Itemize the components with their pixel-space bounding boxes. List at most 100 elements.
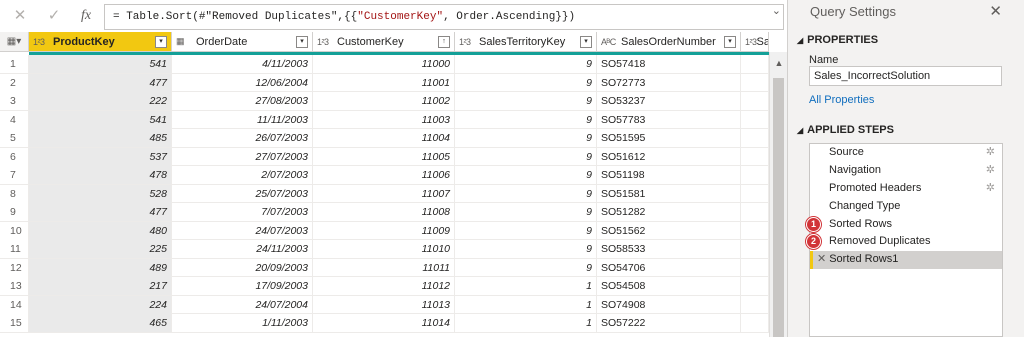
table-row[interactable]: 14 224 24/07/2004 11013 1 SO74908 [0, 295, 769, 314]
salesordernumber-cell[interactable]: SO54706 [597, 258, 741, 277]
row-number[interactable]: 3 [0, 92, 29, 110]
sales-cell[interactable] [741, 184, 769, 203]
orderdate-cell[interactable]: 7/07/2003 [172, 203, 313, 221]
table-row[interactable]: 11 225 24/11/2003 11010 9 SO58533 [0, 240, 769, 259]
customerkey-cell[interactable]: 11006 [313, 166, 455, 184]
customerkey-cell[interactable]: 11008 [313, 203, 455, 221]
productkey-cell[interactable]: 478 [29, 166, 172, 184]
productkey-cell[interactable]: 222 [29, 92, 172, 110]
query-name-input[interactable]: Sales_IncorrectSolution [809, 66, 1002, 86]
salesterritorykey-cell[interactable]: 1 [455, 277, 597, 295]
productkey-cell[interactable]: 465 [29, 314, 172, 332]
productkey-cell[interactable]: 224 [29, 295, 172, 314]
orderdate-cell[interactable]: 2/07/2003 [172, 166, 313, 184]
column-header-salesterritorykey[interactable]: 1²3 SalesTerritoryKey ▾ [455, 32, 597, 52]
productkey-cell[interactable]: 537 [29, 147, 172, 166]
column-header-productkey[interactable]: 1²3 ProductKey ▾ [29, 32, 172, 52]
row-number[interactable]: 9 [0, 203, 29, 221]
salesterritorykey-cell[interactable]: 9 [455, 110, 597, 129]
orderdate-cell[interactable]: 4/11/2003 [172, 55, 313, 73]
productkey-cell[interactable]: 541 [29, 55, 172, 73]
table-row[interactable]: 5 485 26/07/2003 11004 9 SO51595 [0, 129, 769, 148]
table-row[interactable]: 9 477 7/07/2003 11008 9 SO51282 [0, 203, 769, 222]
orderdate-cell[interactable]: 20/09/2003 [172, 258, 313, 277]
expand-formula-chevron-icon[interactable]: ⌄ [772, 4, 781, 17]
step-navigation[interactable]: Navigation ✲ [810, 162, 1002, 180]
customerkey-cell[interactable]: 11003 [313, 110, 455, 129]
productkey-cell[interactable]: 477 [29, 203, 172, 221]
customerkey-cell[interactable]: 11014 [313, 314, 455, 332]
orderdate-cell[interactable]: 26/07/2003 [172, 129, 313, 147]
salesordernumber-cell[interactable]: SO51282 [597, 203, 741, 221]
salesterritorykey-cell[interactable]: 9 [455, 184, 597, 203]
salesterritorykey-cell[interactable]: 9 [455, 92, 597, 110]
customerkey-cell[interactable]: 11002 [313, 92, 455, 110]
whole-number-type-icon[interactable]: 1²3 [317, 37, 337, 47]
gear-icon[interactable]: ✲ [986, 180, 995, 198]
gear-icon[interactable]: ✲ [986, 144, 995, 162]
step-sorted-rows1[interactable]: ✕ Sorted Rows1 [810, 251, 1002, 270]
text-type-icon[interactable]: AᴮC [601, 37, 621, 47]
fx-icon[interactable]: fx [76, 6, 96, 26]
productkey-cell[interactable]: 480 [29, 221, 172, 240]
salesordernumber-cell[interactable]: SO51612 [597, 147, 741, 166]
customerkey-cell[interactable]: 11007 [313, 184, 455, 203]
row-number[interactable]: 11 [0, 240, 29, 258]
whole-number-type-icon[interactable]: 1²3 [745, 37, 757, 47]
whole-number-type-icon[interactable]: 1²3 [33, 37, 53, 47]
orderdate-cell[interactable]: 1/11/2003 [172, 314, 313, 332]
scroll-up-icon[interactable]: ▲ [770, 58, 787, 68]
filter-dropdown-icon[interactable]: ▾ [580, 35, 592, 48]
step-source[interactable]: Source ✲ [810, 144, 1002, 162]
sales-cell[interactable] [741, 110, 769, 129]
row-number[interactable]: 4 [0, 110, 29, 129]
orderdate-cell[interactable]: 11/11/2003 [172, 110, 313, 129]
row-number[interactable]: 14 [0, 295, 29, 314]
table-row[interactable]: 12 489 20/09/2003 11011 9 SO54706 [0, 258, 769, 277]
sales-cell[interactable] [741, 221, 769, 240]
salesterritorykey-cell[interactable]: 9 [455, 258, 597, 277]
salesordernumber-cell[interactable]: SO51198 [597, 166, 741, 184]
orderdate-cell[interactable]: 12/06/2004 [172, 73, 313, 92]
sort-ascending-icon[interactable]: ↑ [438, 35, 450, 48]
step-removed-duplicates[interactable]: 2 Removed Duplicates [806, 233, 1002, 251]
salesordernumber-cell[interactable]: SO57222 [597, 314, 741, 332]
whole-number-type-icon[interactable]: 1²3 [459, 37, 479, 47]
row-number[interactable]: 7 [0, 166, 29, 184]
row-number[interactable]: 10 [0, 221, 29, 240]
salesordernumber-cell[interactable]: SO72773 [597, 73, 741, 92]
productkey-cell[interactable]: 225 [29, 240, 172, 258]
table-row[interactable]: 7 478 2/07/2003 11006 9 SO51198 [0, 166, 769, 185]
salesterritorykey-cell[interactable]: 9 [455, 166, 597, 184]
salesordernumber-cell[interactable]: SO51581 [597, 184, 741, 203]
salesordernumber-cell[interactable]: SO57783 [597, 110, 741, 129]
sales-cell[interactable] [741, 295, 769, 314]
table-row[interactable]: 10 480 24/07/2003 11009 9 SO51562 [0, 221, 769, 240]
salesordernumber-cell[interactable]: SO54508 [597, 277, 741, 295]
productkey-cell[interactable]: 489 [29, 258, 172, 277]
row-number[interactable]: 12 [0, 258, 29, 277]
formula-input[interactable]: = Table.Sort(#"Removed Duplicates",{{"Cu… [104, 4, 784, 30]
customerkey-cell[interactable]: 11000 [313, 55, 455, 73]
scrollbar-thumb[interactable] [773, 78, 784, 337]
all-properties-link[interactable]: All Properties [809, 94, 874, 106]
properties-section-header[interactable]: ◢ PROPERTIES [797, 34, 878, 46]
salesterritorykey-cell[interactable]: 1 [455, 295, 597, 314]
sales-cell[interactable] [741, 147, 769, 166]
salesterritorykey-cell[interactable]: 9 [455, 129, 597, 147]
sales-cell[interactable] [741, 240, 769, 258]
table-row[interactable]: 15 465 1/11/2003 11014 1 SO57222 [0, 314, 769, 333]
table-row[interactable]: 4 541 11/11/2003 11003 9 SO57783 [0, 110, 769, 129]
salesterritorykey-cell[interactable]: 9 [455, 203, 597, 221]
salesordernumber-cell[interactable]: SO57418 [597, 55, 741, 73]
productkey-cell[interactable]: 477 [29, 73, 172, 92]
orderdate-cell[interactable]: 27/08/2003 [172, 92, 313, 110]
salesordernumber-cell[interactable]: SO51562 [597, 221, 741, 240]
vertical-scrollbar[interactable]: ▲ [769, 52, 787, 337]
table-menu-icon[interactable]: ▦▾ [0, 32, 29, 52]
table-row[interactable]: 1 541 4/11/2003 11000 9 SO57418 [0, 55, 769, 74]
table-row[interactable]: 8 528 25/07/2003 11007 9 SO51581 [0, 184, 769, 203]
customerkey-cell[interactable]: 11009 [313, 221, 455, 240]
row-number[interactable]: 8 [0, 184, 29, 203]
row-number[interactable]: 2 [0, 73, 29, 92]
